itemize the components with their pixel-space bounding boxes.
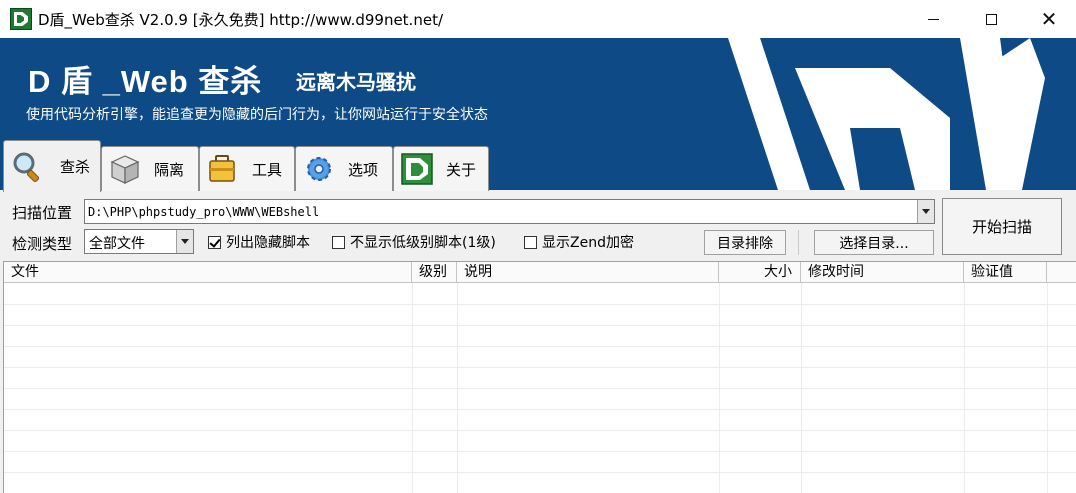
grid-line bbox=[4, 409, 1076, 410]
close-button[interactable]: ✕ bbox=[1020, 0, 1076, 38]
maximize-icon bbox=[985, 13, 997, 25]
column-header-modified[interactable]: 修改时间 bbox=[801, 262, 964, 283]
tab-label: 隔离 bbox=[154, 160, 185, 179]
tab-label: 工具 bbox=[252, 160, 283, 179]
tab-strip: 查杀 隔离 工具 选项 关于 bbox=[0, 140, 500, 192]
column-header-file[interactable]: 文件 bbox=[4, 262, 412, 283]
tab-scan[interactable]: 查杀 bbox=[3, 140, 101, 192]
detect-type-label: 检测类型 bbox=[12, 235, 73, 253]
checkbox-empty-icon[interactable] bbox=[332, 235, 345, 249]
maximize-button[interactable] bbox=[962, 0, 1020, 38]
hide-low-level-label: 不显示低级别脚本(1级) bbox=[350, 235, 496, 251]
column-header-level[interactable]: 级别 bbox=[412, 262, 457, 283]
banner-title: D 盾 _Web 查杀 bbox=[28, 64, 263, 99]
window-title: D盾_Web查杀 V2.0.9 [永久免费] http://www.d99net… bbox=[38, 11, 444, 29]
hide-low-level-checkbox[interactable]: 不显示低级别脚本(1级) bbox=[332, 232, 496, 252]
toolbox-icon bbox=[209, 155, 235, 182]
list-hidden-checkbox[interactable]: 列出隐藏脚本 bbox=[208, 232, 310, 252]
banner-subtitle: 远离木马骚扰 bbox=[296, 70, 416, 94]
tab-tools[interactable]: 工具 bbox=[199, 146, 295, 191]
column-header-description[interactable]: 说明 bbox=[457, 262, 719, 283]
grid-line bbox=[4, 304, 1076, 305]
app-window: D盾_Web查杀 V2.0.9 [永久免费] http://www.d99net… bbox=[0, 0, 1076, 493]
title-bar: D盾_Web查杀 V2.0.9 [永久免费] http://www.d99net… bbox=[0, 0, 1076, 38]
results-table[interactable]: 文件 级别 说明 大小 修改时间 验证值 bbox=[3, 261, 1076, 493]
grid-line bbox=[4, 346, 1076, 347]
exclude-dir-button[interactable]: 目录排除 bbox=[704, 230, 786, 255]
chevron-down-icon[interactable] bbox=[176, 230, 193, 253]
chevron-down-icon[interactable] bbox=[917, 200, 934, 223]
column-header-hash[interactable]: 验证值 bbox=[964, 262, 1047, 283]
magnifier-icon bbox=[13, 152, 40, 182]
grid-line bbox=[4, 472, 1076, 473]
table-body[interactable] bbox=[4, 283, 1076, 493]
scan-path-input[interactable] bbox=[88, 202, 914, 221]
checkbox-checked-icon[interactable] bbox=[208, 235, 221, 249]
tab-label: 关于 bbox=[446, 160, 477, 179]
start-scan-button[interactable]: 开始扫描 bbox=[942, 198, 1062, 255]
close-icon: ✕ bbox=[1040, 7, 1058, 31]
minimize-icon bbox=[927, 18, 939, 20]
minimize-button[interactable] bbox=[904, 0, 962, 38]
grid-line bbox=[4, 388, 1076, 389]
grid-line bbox=[4, 367, 1076, 368]
scan-path-combo[interactable] bbox=[84, 199, 935, 224]
grid-line bbox=[4, 451, 1076, 452]
app-logo-icon bbox=[10, 8, 32, 30]
scan-location-label: 扫描位置 bbox=[12, 204, 73, 222]
d-logo-icon bbox=[401, 153, 433, 185]
gear-icon bbox=[307, 157, 331, 181]
tab-about[interactable]: 关于 bbox=[393, 146, 489, 191]
detect-type-select[interactable]: 全部文件 bbox=[84, 229, 194, 254]
table-header: 文件 级别 说明 大小 修改时间 验证值 bbox=[4, 262, 1076, 283]
box-icon bbox=[110, 155, 140, 184]
list-hidden-label: 列出隐藏脚本 bbox=[226, 235, 310, 251]
d-shield-logo-art bbox=[728, 38, 1045, 190]
show-zend-checkbox[interactable]: 显示Zend加密 bbox=[524, 232, 634, 252]
banner-description: 使用代码分析引擎，能追查更为隐藏的后门行为，让你网站运行于安全状态 bbox=[26, 107, 488, 123]
checkbox-empty-icon[interactable] bbox=[524, 235, 537, 249]
choose-dir-button[interactable]: 选择目录... bbox=[814, 230, 934, 255]
show-zend-label: 显示Zend加密 bbox=[542, 235, 634, 251]
tab-options[interactable]: 选项 bbox=[295, 146, 393, 191]
grid-line bbox=[4, 430, 1076, 431]
toolbar-separator bbox=[798, 230, 799, 255]
tab-quarantine[interactable]: 隔离 bbox=[101, 146, 199, 191]
detect-type-value: 全部文件 bbox=[89, 236, 145, 252]
grid-line bbox=[4, 325, 1076, 326]
tab-label: 查杀 bbox=[60, 158, 91, 176]
column-header-size[interactable]: 大小 bbox=[719, 262, 801, 283]
tab-label: 选项 bbox=[348, 160, 379, 179]
